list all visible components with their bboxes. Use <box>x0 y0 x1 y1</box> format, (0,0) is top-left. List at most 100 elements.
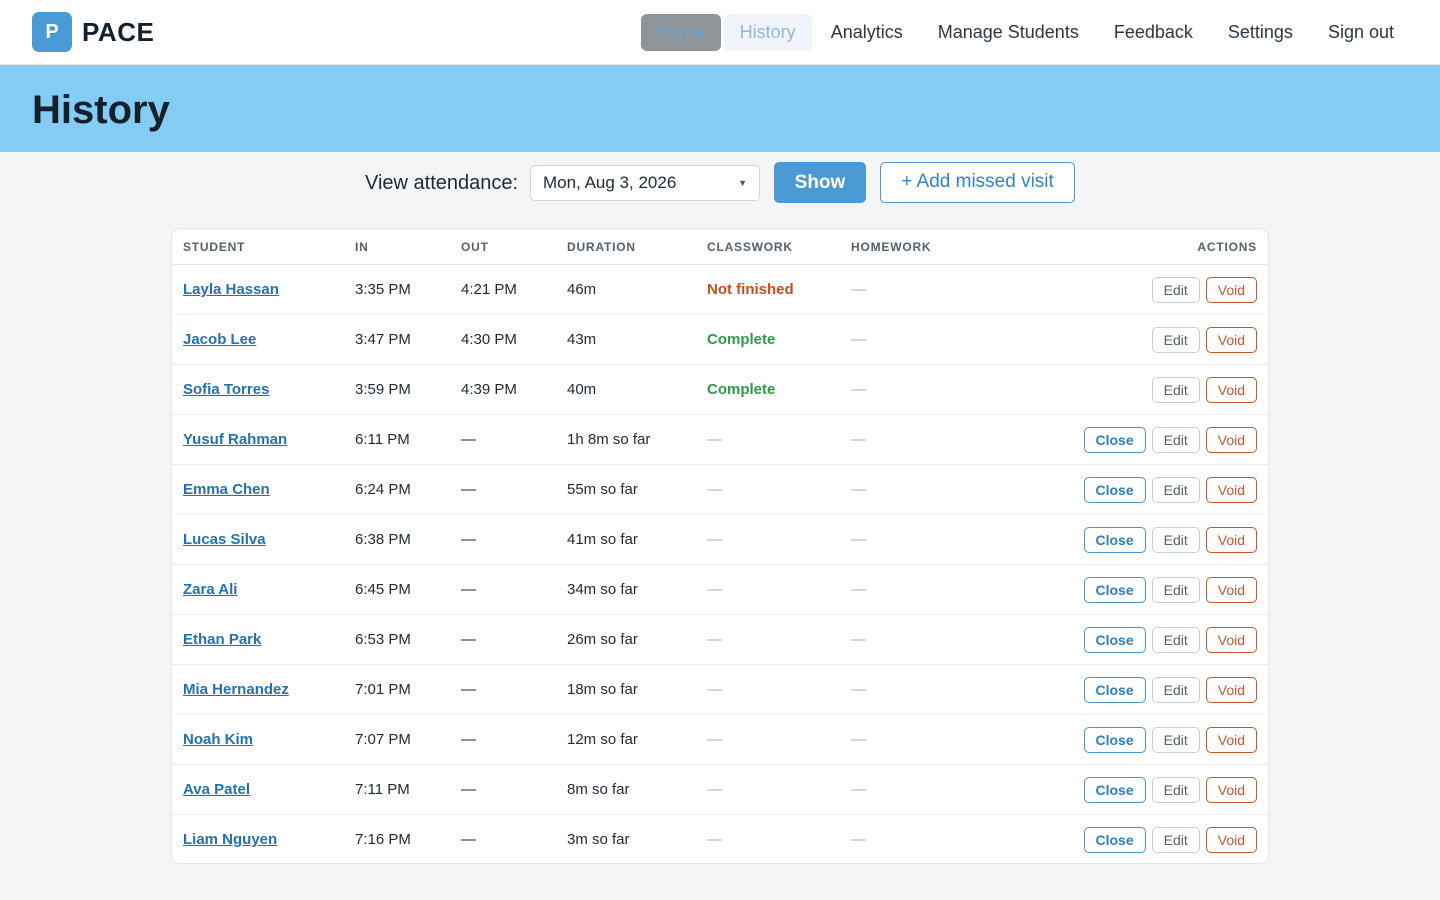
student-name-link[interactable]: Ava Patel <box>183 781 250 799</box>
add-missed-visit-button[interactable]: + Add missed visit <box>880 162 1075 203</box>
row-actions: Close Edit Void <box>1083 577 1257 603</box>
homework-status: — <box>851 581 866 598</box>
student-name-link[interactable]: Lucas Silva <box>183 531 266 549</box>
nav-manage-students[interactable]: Manage Students <box>922 14 1095 51</box>
nav-history[interactable]: History <box>723 14 812 51</box>
page-header: History <box>0 65 1440 152</box>
table-row: Layla Hassan 3:35 PM 4:21 PM 46m Not finishe… <box>172 265 1268 315</box>
close-button[interactable]: Close <box>1083 727 1146 753</box>
student-name-link[interactable]: Mia Hernandez <box>183 681 289 699</box>
void-button[interactable]: Void <box>1205 827 1257 853</box>
main-nav: Home History Analytics Manage Students F… <box>638 14 1410 51</box>
void-button[interactable]: Void <box>1205 277 1257 303</box>
homework-status: — <box>851 681 866 698</box>
classwork-status: — <box>707 631 722 648</box>
row-actions: Close Edit Void <box>1083 477 1257 503</box>
edit-button[interactable]: Edit <box>1151 377 1200 403</box>
attendance-table: STUDENT IN OUT DURATION CLASSWORK HOMEWO… <box>171 228 1269 864</box>
homework-status: — <box>851 331 866 348</box>
logo-icon[interactable]: P <box>32 12 72 52</box>
header-duration: DURATION <box>567 240 636 254</box>
void-button[interactable]: Void <box>1205 427 1257 453</box>
nav-analytics[interactable]: Analytics <box>815 14 919 51</box>
header-student: STUDENT <box>183 240 246 254</box>
table-row: Emma Chen 6:24 PM — 55m so far — — Close Edit Vo… <box>172 465 1268 515</box>
student-name-link[interactable]: Emma Chen <box>183 481 270 499</box>
void-button[interactable]: Void <box>1205 577 1257 603</box>
table-row: Mia Hernandez 7:01 PM — 18m so far — — Close Ed… <box>172 665 1268 715</box>
edit-button[interactable]: Edit <box>1151 427 1200 453</box>
table-row: Lucas Silva 6:38 PM — 41m so far — — Close Edit… <box>172 515 1268 565</box>
chevron-down-icon: ▼ <box>738 178 747 188</box>
close-button[interactable]: Close <box>1083 477 1146 503</box>
void-button[interactable]: Void <box>1205 477 1257 503</box>
table-row: Liam Nguyen 7:16 PM — 3m so far — — Close Edit V… <box>172 815 1268 863</box>
close-button[interactable]: Close <box>1083 527 1146 553</box>
student-name-link[interactable]: Liam Nguyen <box>183 831 277 849</box>
student-name-link[interactable]: Zara Ali <box>183 581 237 599</box>
check-out-time: — <box>461 781 476 798</box>
student-name-link[interactable]: Ethan Park <box>183 631 261 649</box>
table-row: Yusuf Rahman 6:11 PM — 1h 8m so far — — Close E… <box>172 415 1268 465</box>
check-out-time: — <box>461 581 476 598</box>
student-name-link[interactable]: Noah Kim <box>183 731 253 749</box>
row-actions: Close Edit Void <box>1083 777 1257 803</box>
date-select-value: Mon, Aug 3, 2026 <box>543 173 677 192</box>
void-button[interactable]: Void <box>1205 527 1257 553</box>
close-button[interactable]: Close <box>1083 677 1146 703</box>
close-button[interactable]: Close <box>1083 777 1146 803</box>
homework-status: — <box>851 631 866 648</box>
row-actions: Close Edit Void <box>1083 727 1257 753</box>
nav-sign-out[interactable]: Sign out <box>1312 14 1410 51</box>
close-button[interactable]: Close <box>1083 577 1146 603</box>
void-button[interactable]: Void <box>1205 677 1257 703</box>
edit-button[interactable]: Edit <box>1151 777 1200 803</box>
table-header: STUDENT IN OUT DURATION CLASSWORK HOMEWO… <box>172 229 1268 265</box>
nav-settings[interactable]: Settings <box>1212 14 1309 51</box>
edit-button[interactable]: Edit <box>1151 277 1200 303</box>
homework-status: — <box>851 531 866 548</box>
void-button[interactable]: Void <box>1205 777 1257 803</box>
homework-status: — <box>851 731 866 748</box>
edit-button[interactable]: Edit <box>1151 527 1200 553</box>
edit-button[interactable]: Edit <box>1151 627 1200 653</box>
row-actions: Close Edit Void <box>1083 527 1257 553</box>
duration: 26m so far <box>567 631 638 648</box>
check-in-time: 6:11 PM <box>355 431 410 448</box>
check-out-time: 4:39 PM <box>461 381 517 398</box>
classwork-status: — <box>707 681 722 698</box>
duration: 46m <box>567 281 597 298</box>
void-button[interactable]: Void <box>1205 727 1257 753</box>
close-button[interactable]: Close <box>1083 627 1146 653</box>
close-button[interactable]: Close <box>1083 427 1146 453</box>
brand-name[interactable]: PACE <box>82 16 154 48</box>
table-row: Ethan Park 6:53 PM — 26m so far — — Close Edit V… <box>172 615 1268 665</box>
duration: 12m so far <box>567 731 638 748</box>
check-in-time: 3:47 PM <box>355 331 411 348</box>
student-name-link[interactable]: Jacob Lee <box>183 331 256 349</box>
edit-button[interactable]: Edit <box>1151 827 1200 853</box>
void-button[interactable]: Void <box>1205 627 1257 653</box>
close-button[interactable]: Close <box>1083 827 1146 853</box>
classwork-status: — <box>707 431 722 448</box>
student-name-link[interactable]: Yusuf Rahman <box>183 431 287 449</box>
void-button[interactable]: Void <box>1205 377 1257 403</box>
check-out-time: — <box>461 481 476 498</box>
row-actions: Edit Void <box>1151 327 1257 353</box>
void-button[interactable]: Void <box>1205 327 1257 353</box>
edit-button[interactable]: Edit <box>1151 727 1200 753</box>
check-in-time: 6:53 PM <box>355 631 411 648</box>
attendance-controls: View attendance: Mon, Aug 3, 2026 ▼ Show… <box>0 162 1440 203</box>
student-name-link[interactable]: Sofia Torres <box>183 381 269 399</box>
check-in-time: 6:38 PM <box>355 531 411 548</box>
date-select[interactable]: Mon, Aug 3, 2026 ▼ <box>530 165 760 201</box>
edit-button[interactable]: Edit <box>1151 477 1200 503</box>
nav-feedback[interactable]: Feedback <box>1098 14 1209 51</box>
edit-button[interactable]: Edit <box>1151 327 1200 353</box>
edit-button[interactable]: Edit <box>1151 577 1200 603</box>
student-name-link[interactable]: Layla Hassan <box>183 281 279 299</box>
edit-button[interactable]: Edit <box>1151 677 1200 703</box>
show-button[interactable]: Show <box>774 162 866 203</box>
check-out-time: — <box>461 681 476 698</box>
nav-home[interactable]: Home <box>640 14 721 51</box>
